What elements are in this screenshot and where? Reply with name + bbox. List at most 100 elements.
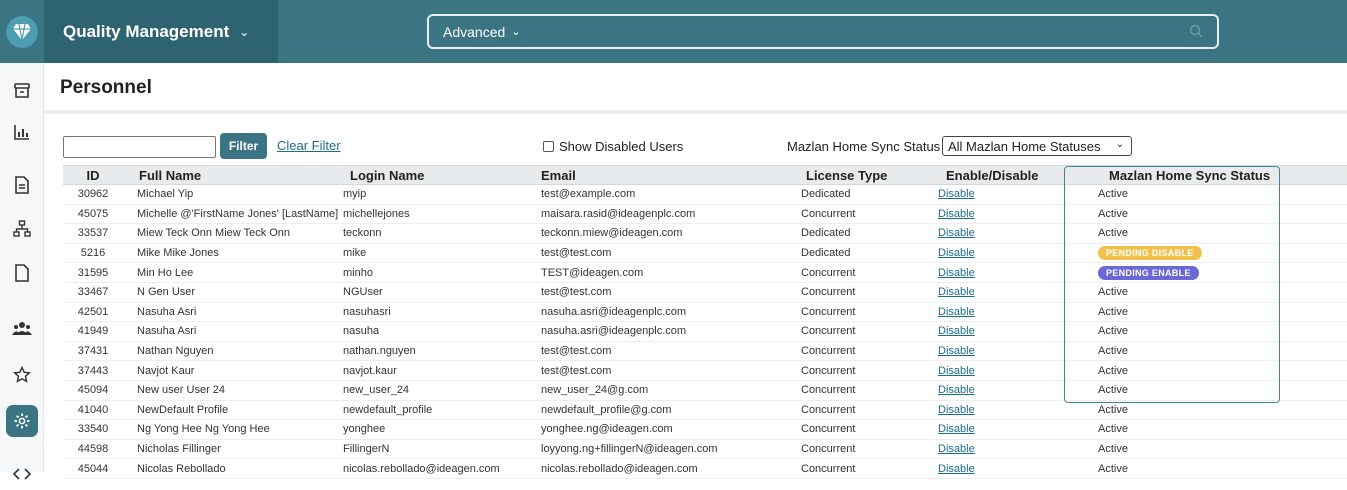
- disable-link[interactable]: Disable: [938, 188, 975, 200]
- column-header-email[interactable]: Email: [541, 166, 791, 184]
- sync-status-selected: All Mazlan Home Statuses: [948, 138, 1101, 154]
- cell-sync-status: Active: [1098, 185, 1278, 204]
- users-group-icon[interactable]: [6, 313, 38, 345]
- table-row: 37431 Nathan Nguyen nathan.nguyen test@test…: [63, 342, 1347, 362]
- disable-link[interactable]: Disable: [938, 227, 975, 239]
- status-text: Active: [1098, 423, 1128, 436]
- settings-gear-icon[interactable]: [6, 405, 38, 437]
- cell-login-name: new_user_24: [343, 384, 410, 397]
- org-chart-icon[interactable]: [6, 213, 38, 245]
- disable-link[interactable]: Disable: [938, 247, 975, 259]
- cell-sync-status: Active: [1098, 361, 1278, 380]
- status-text: Active: [1098, 325, 1128, 338]
- table-row: 44598 Nicholas Fillinger FillingerN loyyong…: [63, 440, 1347, 460]
- cell-license-type: Concurrent: [801, 286, 856, 299]
- status-text: Active: [1098, 345, 1128, 358]
- cell-license-type: Concurrent: [801, 364, 856, 377]
- cell-id: 31595: [77, 266, 109, 279]
- cell-email: loyyong.ng+fillingerN@ideagen.com: [541, 443, 718, 456]
- cell-login-name: myip: [343, 188, 367, 201]
- cell-full-name: NewDefault Profile: [137, 403, 229, 416]
- cell-full-name: Nicolas Rebollado: [137, 462, 226, 475]
- column-header-license-type[interactable]: License Type: [806, 166, 906, 184]
- search-icon[interactable]: [1189, 24, 1203, 38]
- cell-enable-disable: Disable: [938, 205, 1038, 224]
- table-row: 42501 Nasuha Asri nasuhasri nasuha.asri@ide…: [63, 303, 1347, 323]
- cell-email: test@test.com: [541, 364, 612, 377]
- search-mode-dropdown[interactable]: Advanced: [443, 24, 505, 40]
- archive-icon[interactable]: [6, 75, 38, 107]
- table-row: 45075 Michelle @'FirstName Jones' [LastNa…: [63, 205, 1347, 225]
- cell-email: test@test.com: [541, 286, 612, 299]
- cell-enable-disable: Disable: [938, 440, 1038, 459]
- disable-link[interactable]: Disable: [938, 365, 975, 377]
- cell-sync-status: Active: [1098, 440, 1278, 459]
- disable-link[interactable]: Disable: [938, 404, 975, 416]
- chevron-down-icon: ⌄: [511, 26, 521, 38]
- disable-link[interactable]: Disable: [938, 325, 975, 337]
- cell-license-type: Dedicated: [801, 188, 851, 201]
- column-header-full-name[interactable]: Full Name: [139, 166, 371, 184]
- column-header-login-name[interactable]: Login Name: [350, 166, 536, 184]
- cell-login-name: newdefault_profile: [343, 403, 433, 416]
- chevron-down-icon: ⌄: [1115, 139, 1124, 150]
- cell-id: 33537: [77, 227, 109, 240]
- cell-id: 41040: [77, 403, 109, 416]
- cell-enable-disable: Disable: [938, 244, 1038, 263]
- module-title: Quality Management: [63, 21, 230, 41]
- table-row: 45044 Nicolas Rebollado nicolas.rebollado@…: [63, 459, 1347, 479]
- search-bar[interactable]: Advanced ⌄: [427, 14, 1219, 49]
- bar-chart-icon[interactable]: [6, 116, 38, 148]
- cell-enable-disable: Disable: [938, 283, 1038, 302]
- cell-sync-status: Active: [1098, 420, 1278, 439]
- column-header-id[interactable]: ID: [63, 166, 123, 184]
- cell-login-name: FillingerN: [343, 443, 390, 456]
- module-switcher[interactable]: Quality Management ⌄: [44, 0, 278, 63]
- cell-sync-status: PENDING ENABLE: [1098, 263, 1278, 282]
- cell-login-name: nathan.nguyen: [343, 345, 416, 358]
- column-header-sync-status[interactable]: Mazlan Home Sync Status: [1109, 166, 1289, 184]
- cell-email: newdefault_profile@g.com: [541, 403, 672, 416]
- disable-link[interactable]: Disable: [938, 443, 975, 455]
- cell-full-name: Michael Yip: [137, 188, 194, 201]
- disable-link[interactable]: Disable: [938, 423, 975, 435]
- cell-full-name: Nasuha Asri: [137, 305, 197, 318]
- cell-login-name: mike: [343, 247, 367, 260]
- disable-link[interactable]: Disable: [938, 463, 975, 475]
- table-row: 33537 Miew Teck Onn Miew Teck Onn teckonn t…: [63, 224, 1347, 244]
- chevron-down-icon: ⌄: [239, 24, 250, 39]
- clear-filter-link[interactable]: Clear Filter: [277, 138, 341, 153]
- cell-email: test@example.com: [541, 188, 636, 201]
- cell-id: 44598: [77, 443, 109, 456]
- file-icon[interactable]: [6, 257, 38, 289]
- page-title: Personnel: [60, 77, 152, 98]
- cell-email: nicolas.rebollado@ideagen.com: [541, 462, 698, 475]
- show-disabled-users[interactable]: Show Disabled Users: [543, 139, 683, 154]
- code-icon[interactable]: [6, 458, 38, 490]
- cell-id: 41949: [77, 325, 109, 338]
- disable-link[interactable]: Disable: [938, 384, 975, 396]
- disable-link[interactable]: Disable: [938, 267, 975, 279]
- cell-login-name: nicolas.rebollado@ideagen.com: [343, 462, 500, 475]
- show-disabled-checkbox[interactable]: [543, 141, 554, 152]
- disable-link[interactable]: Disable: [938, 286, 975, 298]
- cell-login-name: nasuhasri: [343, 305, 391, 318]
- cell-enable-disable: Disable: [938, 381, 1038, 400]
- cell-id: 42501: [77, 305, 109, 318]
- document-icon[interactable]: [6, 169, 38, 201]
- app-logo[interactable]: [0, 0, 44, 63]
- cell-login-name: nasuha: [343, 325, 380, 338]
- cell-email: new_user_24@g.com: [541, 384, 649, 397]
- column-header-enable-disable[interactable]: Enable/Disable: [946, 166, 1046, 184]
- cell-full-name: Min Ho Lee: [137, 266, 194, 279]
- filter-button[interactable]: Filter: [220, 133, 267, 159]
- disable-link[interactable]: Disable: [938, 306, 975, 318]
- cell-enable-disable: Disable: [938, 459, 1038, 478]
- cell-license-type: Concurrent: [801, 403, 856, 416]
- disable-link[interactable]: Disable: [938, 345, 975, 357]
- disable-link[interactable]: Disable: [938, 208, 975, 220]
- status-badge-pending-disable: PENDING DISABLE: [1098, 246, 1202, 261]
- star-icon[interactable]: [6, 359, 38, 391]
- filter-input[interactable]: [63, 136, 216, 158]
- sync-status-select[interactable]: All Mazlan Home Statuses ⌄: [942, 136, 1132, 156]
